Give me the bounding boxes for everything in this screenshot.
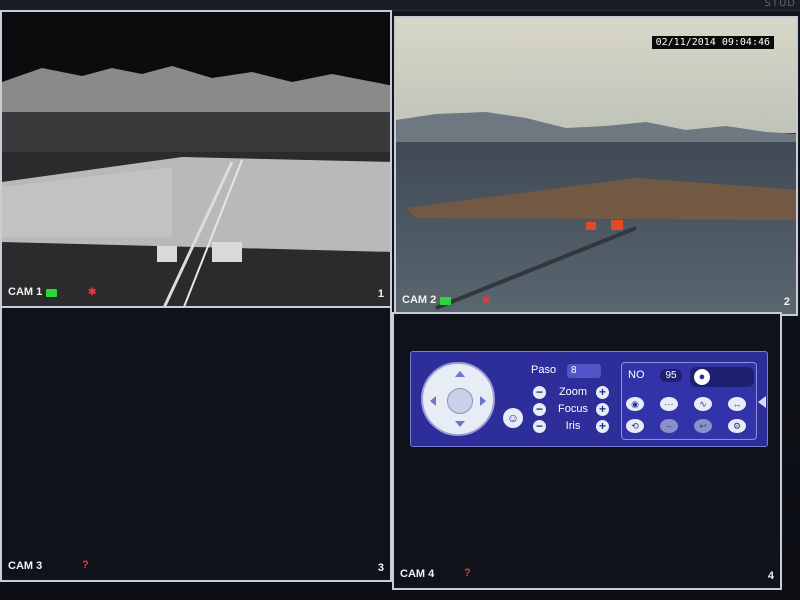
tour-icon[interactable]: ∿ [694,397,712,411]
disabled-1-icon[interactable]: – [660,419,678,433]
focus-plus-button[interactable]: + [596,403,609,416]
camera-tile-2[interactable]: 02/11/2014 09:04:46 CAM 2 ✱ 2 [394,16,798,316]
camera-label: CAM 2 [402,294,437,306]
iris-control: − Iris + [533,420,609,434]
no-label: NO [628,369,645,381]
paso-label: Paso [531,364,557,376]
iris-label: Iris [565,420,581,432]
arrow-right-icon[interactable] [480,396,491,406]
arrow-down-icon[interactable] [455,421,465,432]
tile-number: 3 [377,562,384,574]
joystick-center[interactable] [447,388,473,414]
iris-plus-button[interactable]: + [596,420,609,433]
tile-number: 4 [767,570,774,582]
camera-icon[interactable]: ◉ [626,397,644,411]
pattern-icon[interactable]: ⋯ [660,397,678,411]
camera-tile-1[interactable]: CAM 1 ✱ 1 [0,10,392,308]
color-video-feed [396,18,796,314]
record-indicator-icon [440,297,451,305]
tile-number: 1 [377,288,384,300]
ptz-control-panel[interactable]: ☺ Paso 8 − Zoom + − Focus + − Iris + NO … [410,351,768,447]
focus-minus-button[interactable]: − [533,403,546,416]
undo-icon[interactable]: ↩ [694,419,712,433]
scan-icon[interactable]: ↔ [728,397,746,411]
corner-text: STUD [764,0,796,9]
aux-icon[interactable]: ⟲ [626,419,644,433]
light-toggle[interactable]: ● [690,367,754,387]
ptz-function-area: NO 95 ● ◉ ⋯ ∿ ↔ ⟲ – ↩ ⚙ [621,362,757,440]
iris-minus-button[interactable]: − [533,420,546,433]
no-signal-icon: ? [464,567,471,579]
tile-number: 2 [783,296,790,308]
timestamp: 02/11/2014 09:04:46 [651,36,774,49]
focus-control: − Focus + [533,403,609,417]
focus-label: Focus [558,403,588,415]
arrow-left-icon[interactable] [425,396,436,406]
arrow-up-icon[interactable] [455,366,465,377]
no-input[interactable]: 95 [660,369,682,382]
settings-icon[interactable]: ⚙ [728,419,746,433]
camera-label: CAM 3 [8,560,43,572]
zoom-control: − Zoom + [533,386,609,400]
record-indicator-icon [46,289,57,297]
alarm-icon: ✱ [88,287,97,298]
no-signal-icon: ? [82,559,89,571]
face-icon[interactable]: ☺ [503,408,523,428]
thermal-video-feed [2,12,390,306]
dvr-screen: STUD CAM 1 ✱ 1 02/11/2014 09:04:46 CAM 2… [0,0,800,600]
camera-label: CAM 4 [400,568,435,580]
joystick-icon[interactable] [421,362,495,436]
bulb-icon[interactable]: ● [694,369,710,385]
zoom-plus-button[interactable]: + [596,386,609,399]
alarm-icon: ✱ [482,295,491,306]
zoom-minus-button[interactable]: − [533,386,546,399]
zoom-label: Zoom [558,386,588,398]
paso-input[interactable]: 8 [567,364,601,378]
camera-tile-3[interactable]: CAM 3 ? 3 [0,306,392,582]
panel-collapse-icon[interactable] [758,396,766,408]
camera-label: CAM 1 [8,286,43,298]
